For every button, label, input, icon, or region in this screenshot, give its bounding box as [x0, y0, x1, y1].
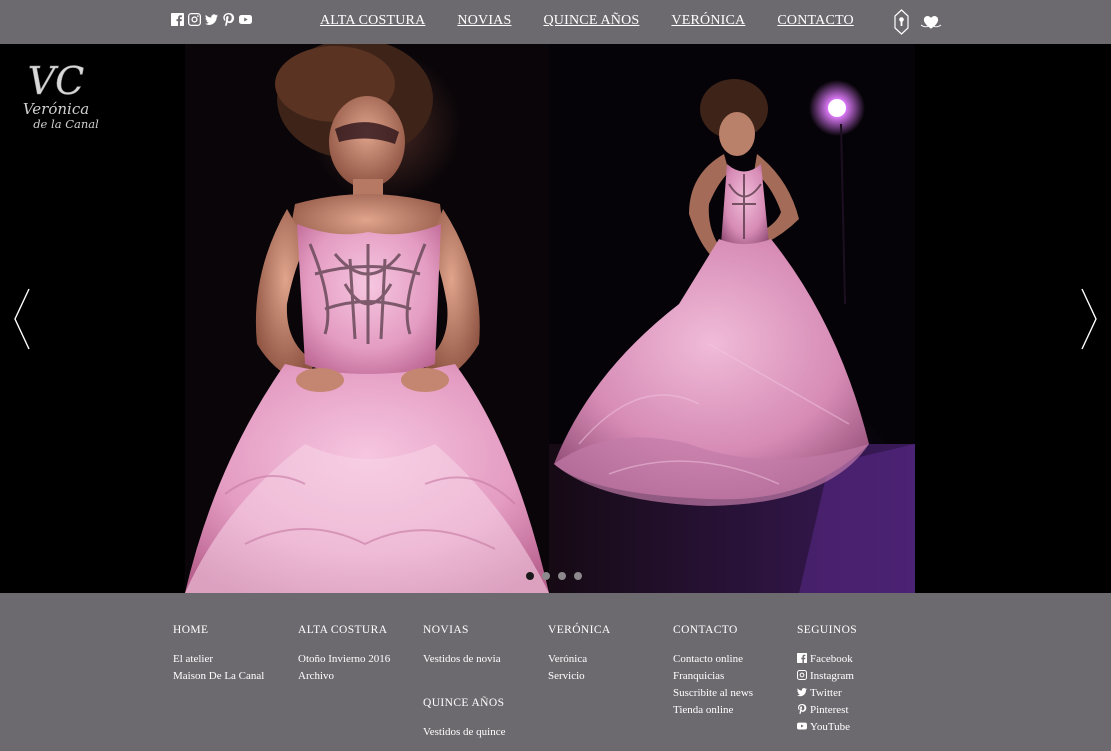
keyhole-icon[interactable] — [892, 9, 911, 35]
instagram-icon — [797, 669, 807, 680]
youtube-icon[interactable] — [239, 13, 252, 26]
facebook-icon — [797, 652, 807, 663]
brand-logo[interactable]: VC Verónica de la Canal — [14, 56, 104, 132]
main-nav: ALTA COSTURA NOVIAS QUINCE AÑOS VERÓNICA… — [320, 13, 886, 29]
footer-link-pinterest-label: Pinterest — [810, 704, 849, 716]
footer-heading-seguinos: SEGUINOS — [797, 624, 858, 636]
footer-link-archivo[interactable]: Archivo — [298, 668, 390, 685]
footer-heading-home[interactable]: HOME — [173, 624, 264, 641]
twitter-icon — [797, 686, 807, 697]
footer-link-franquicias[interactable]: Franquicias — [673, 668, 753, 685]
hero-slider: VC Verónica de la Canal — [0, 44, 1111, 593]
social-links — [171, 13, 252, 26]
slide-photo-right — [549, 44, 915, 593]
nav-quince-anos[interactable]: QUINCE AÑOS — [543, 13, 639, 29]
slider-dot-3[interactable] — [558, 572, 566, 580]
slider-dot-4[interactable] — [574, 572, 582, 580]
footer-link-suscribite[interactable]: Suscribite al news — [673, 685, 753, 702]
footer-link-pinterest[interactable]: Pinterest — [797, 702, 857, 719]
footer-col-contacto: CONTACTO Contacto online Franquicias Sus… — [673, 624, 753, 719]
top-bar: ALTA COSTURA NOVIAS QUINCE AÑOS VERÓNICA… — [0, 0, 1111, 44]
footer-heading-contacto[interactable]: CONTACTO — [673, 624, 753, 641]
site-footer: HOME El atelier Maison De La Canal ALTA … — [0, 593, 1111, 751]
youtube-icon — [797, 720, 807, 730]
footer-link-vestidos-de-quince[interactable]: Vestidos de quince — [423, 724, 505, 741]
footer-link-tienda-online[interactable]: Tienda online — [673, 702, 753, 719]
nav-contacto[interactable]: CONTACTO — [777, 13, 853, 29]
footer-col-home: HOME El atelier Maison De La Canal — [173, 624, 264, 685]
footer-heading-alta-costura[interactable]: ALTA COSTURA — [298, 624, 390, 641]
nav-novias[interactable]: NOVIAS — [457, 13, 511, 29]
footer-link-instagram-label: Instagram — [810, 670, 854, 682]
footer-col-veronica: VERÓNICA Verónica Servicio — [548, 624, 611, 685]
footer-link-servicio[interactable]: Servicio — [548, 668, 611, 685]
footer-link-twitter-label: Twitter — [810, 687, 842, 699]
slider-next-arrow-icon[interactable] — [1079, 287, 1099, 351]
logo-name-line2: de la Canal — [33, 117, 99, 131]
pinterest-icon — [797, 703, 807, 715]
footer-heading-novias[interactable]: NOVIAS — [423, 624, 505, 641]
footer-heading-veronica[interactable]: VERÓNICA — [548, 624, 611, 641]
footer-link-contacto-online[interactable]: Contacto online — [673, 651, 753, 668]
slide-photo-left — [185, 44, 549, 593]
footer-link-el-atelier[interactable]: El atelier — [173, 651, 264, 668]
twitter-icon[interactable] — [205, 13, 218, 26]
footer-col-novias: NOVIAS Vestidos de novia QUINCE AÑOS Ves… — [423, 624, 505, 741]
top-right-icons — [892, 9, 942, 35]
footer-heading-quince-anos[interactable]: QUINCE AÑOS — [423, 697, 505, 714]
footer-link-maison[interactable]: Maison De La Canal — [173, 668, 264, 685]
footer-link-facebook-label: Facebook — [810, 653, 853, 665]
footer-link-facebook[interactable]: Facebook — [797, 651, 857, 668]
slider-dot-1[interactable] — [526, 572, 534, 580]
logo-name-line1: Verónica — [23, 100, 89, 118]
facebook-icon[interactable] — [171, 13, 184, 26]
footer-link-twitter[interactable]: Twitter — [797, 685, 857, 702]
footer-link-vestidos-de-novia[interactable]: Vestidos de novia — [423, 651, 505, 668]
slider-dot-2[interactable] — [542, 572, 550, 580]
nav-veronica[interactable]: VERÓNICA — [671, 13, 745, 29]
footer-link-instagram[interactable]: Instagram — [797, 668, 857, 685]
logo-monogram: VC — [28, 59, 85, 103]
footer-link-youtube-label: YouTube — [810, 721, 851, 733]
footer-link-otono-invierno[interactable]: Otoño Invierno 2016 — [298, 651, 390, 668]
footer-col-seguinos: SEGUINOS Facebook Instagram Twitter Pint… — [797, 624, 857, 736]
pinterest-icon[interactable] — [222, 13, 235, 26]
heart-icon[interactable] — [920, 9, 942, 35]
slider-prev-arrow-icon[interactable] — [12, 287, 32, 351]
slider-pagination — [526, 572, 582, 580]
footer-col-alta-costura: ALTA COSTURA Otoño Invierno 2016 Archivo — [298, 624, 390, 685]
footer-link-veronica[interactable]: Verónica — [548, 651, 611, 668]
footer-link-youtube[interactable]: YouTube — [797, 719, 857, 736]
instagram-icon[interactable] — [188, 13, 201, 26]
nav-alta-costura[interactable]: ALTA COSTURA — [320, 13, 425, 29]
